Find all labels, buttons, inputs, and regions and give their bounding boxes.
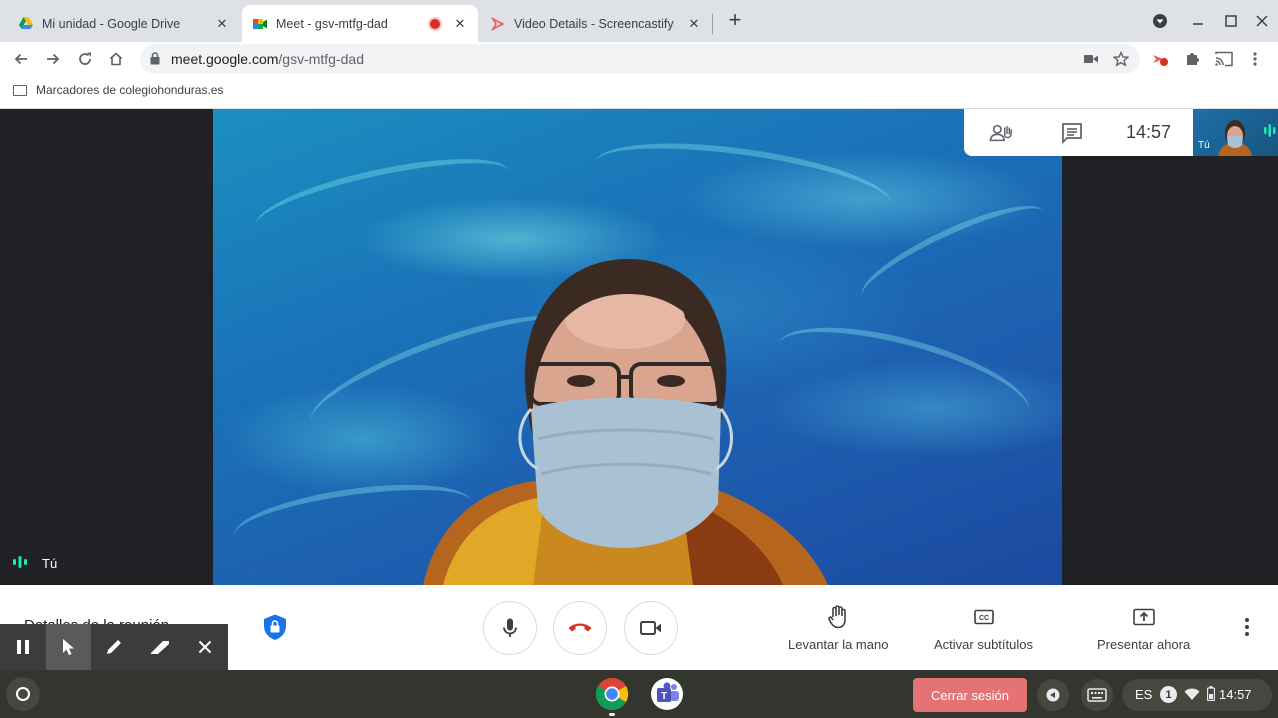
- pause-recording-button[interactable]: [0, 624, 46, 670]
- bookmark-folder[interactable]: Marcadores de colegiohonduras.es: [13, 83, 223, 97]
- screencastify-icon: [490, 16, 506, 32]
- pen-tool-button[interactable]: [91, 624, 137, 670]
- self-thumbnail[interactable]: Tú: [1193, 109, 1278, 156]
- notification-badge: 1: [1160, 686, 1177, 703]
- keyboard-icon[interactable]: [1081, 679, 1113, 711]
- battery-icon: [1206, 686, 1216, 704]
- tab-title: Meet - gsv-mtfg-dad: [276, 16, 388, 31]
- chrome-app-icon[interactable]: [595, 677, 629, 711]
- running-app-indicator: [609, 713, 615, 716]
- os-shelf: T Cerrar sesión ES 1 14:57: [0, 670, 1278, 718]
- reload-icon[interactable]: [72, 46, 98, 72]
- teams-app-icon[interactable]: T: [650, 677, 684, 711]
- wifi-icon: [1184, 687, 1200, 704]
- tab-divider: [712, 14, 713, 34]
- microphone-button[interactable]: [483, 601, 537, 655]
- tab-strip: Mi unidad - Google Drive ✕ Meet - gsv-mt…: [0, 0, 1278, 42]
- pen-icon: [106, 640, 121, 654]
- minimize-icon[interactable]: [1187, 8, 1209, 34]
- tab-google-meet[interactable]: Meet - gsv-mtfg-dad ✕: [242, 5, 478, 42]
- home-icon[interactable]: [103, 46, 129, 72]
- microphone-icon: [503, 618, 517, 637]
- main-video-feed[interactable]: [213, 109, 1062, 585]
- google-drive-icon: [18, 16, 34, 32]
- raise-hand-button[interactable]: Levantar la mano: [788, 605, 888, 652]
- participants-icon[interactable]: [989, 121, 1013, 145]
- hang-up-icon: [568, 623, 592, 632]
- tab-title: Mi unidad - Google Drive: [42, 16, 181, 31]
- self-video-label: Tú: [12, 555, 57, 572]
- system-clock: 14:57: [1219, 687, 1252, 702]
- meeting-clock: 14:57: [1126, 122, 1172, 142]
- present-now-button[interactable]: Presentar ahora: [1097, 605, 1190, 652]
- closed-captions-icon: CC: [972, 605, 996, 629]
- self-name: Tú: [42, 556, 58, 571]
- captions-label: Activar subtítulos: [934, 637, 1033, 652]
- maximize-icon[interactable]: [1220, 8, 1242, 34]
- video-camera-icon: [640, 621, 661, 635]
- bookmarks-bar: Marcadores de colegiohonduras.es: [0, 76, 1278, 109]
- tab-title: Video Details - Screencastify: [514, 16, 674, 31]
- google-meet-icon: [252, 16, 268, 32]
- new-tab-button[interactable]: +: [724, 9, 746, 32]
- captions-button[interactable]: CC Activar subtítulos: [934, 605, 1033, 652]
- cast-icon[interactable]: [1214, 49, 1234, 69]
- meeting-info-bar: 14:57: [964, 109, 1193, 156]
- back-arrow-icon[interactable]: [8, 46, 34, 72]
- raise-hand-label: Levantar la mano: [788, 637, 889, 652]
- folder-icon: [13, 84, 27, 96]
- present-now-label: Presentar ahora: [1097, 637, 1191, 652]
- close-window-icon[interactable]: [1251, 8, 1273, 34]
- bookmark-folder-label: Marcadores de colegiohonduras.es: [36, 83, 224, 97]
- browser-menu-icon[interactable]: [1245, 49, 1265, 69]
- tab-screencastify[interactable]: Video Details - Screencastify ✕: [480, 5, 712, 42]
- close-tab-icon[interactable]: ✕: [452, 16, 468, 32]
- recording-indicator-icon: [430, 18, 440, 29]
- chat-icon[interactable]: [1060, 121, 1084, 145]
- camera-in-use-icon[interactable]: [1082, 50, 1100, 68]
- screen-capture-tray-icon[interactable]: [1037, 679, 1069, 711]
- close-icon: [198, 640, 212, 654]
- url-host: meet.google.com: [171, 51, 279, 67]
- svg-text:CC: CC: [978, 615, 988, 622]
- sign-out-button[interactable]: Cerrar sesión: [913, 678, 1027, 712]
- address-bar[interactable]: meet.google.com/gsv-mtfg-dad: [140, 44, 1140, 74]
- svg-text:T: T: [661, 691, 667, 702]
- hand-icon: [826, 605, 850, 629]
- screencastify-extension-icon[interactable]: [1150, 49, 1170, 69]
- meeting-stage: Tú 14:57 Tú: [0, 109, 1278, 585]
- extensions-puzzle-icon[interactable]: [1182, 49, 1202, 69]
- input-language: ES: [1135, 687, 1153, 702]
- close-toolbar-button[interactable]: [182, 624, 228, 670]
- more-options-icon[interactable]: [1236, 615, 1258, 639]
- pointer-icon: [63, 639, 75, 655]
- end-call-button[interactable]: [553, 601, 607, 655]
- host-controls-shield-icon[interactable]: [262, 613, 288, 641]
- camera-button[interactable]: [624, 601, 678, 655]
- profile-menu-icon[interactable]: [1150, 8, 1170, 34]
- participant-silhouette: [423, 259, 828, 585]
- launcher-circle-icon: [16, 687, 30, 701]
- eraser-icon: [150, 641, 169, 654]
- screencastify-annotation-toolbar: [0, 624, 228, 670]
- forward-arrow-icon[interactable]: [40, 46, 66, 72]
- tab-google-drive[interactable]: Mi unidad - Google Drive ✕: [8, 5, 240, 42]
- bookmark-star-icon[interactable]: [1112, 50, 1130, 68]
- browser-toolbar: meet.google.com/gsv-mtfg-dad: [0, 42, 1278, 76]
- close-tab-icon[interactable]: ✕: [686, 16, 702, 32]
- url-text: meet.google.com/gsv-mtfg-dad: [171, 51, 364, 67]
- thumbnail-name: Tú: [1198, 140, 1210, 151]
- close-tab-icon[interactable]: ✕: [214, 16, 230, 32]
- pause-icon: [16, 640, 29, 654]
- audio-level-icon: [12, 555, 28, 572]
- system-status-area[interactable]: ES 1 14:57: [1122, 679, 1272, 711]
- launcher-button[interactable]: [6, 677, 40, 711]
- url-path: /gsv-mtfg-dad: [278, 51, 364, 67]
- eraser-tool-button[interactable]: [137, 624, 183, 670]
- cursor-tool-button[interactable]: [45, 624, 92, 670]
- lock-icon[interactable]: [150, 52, 160, 70]
- present-screen-icon: [1132, 605, 1156, 629]
